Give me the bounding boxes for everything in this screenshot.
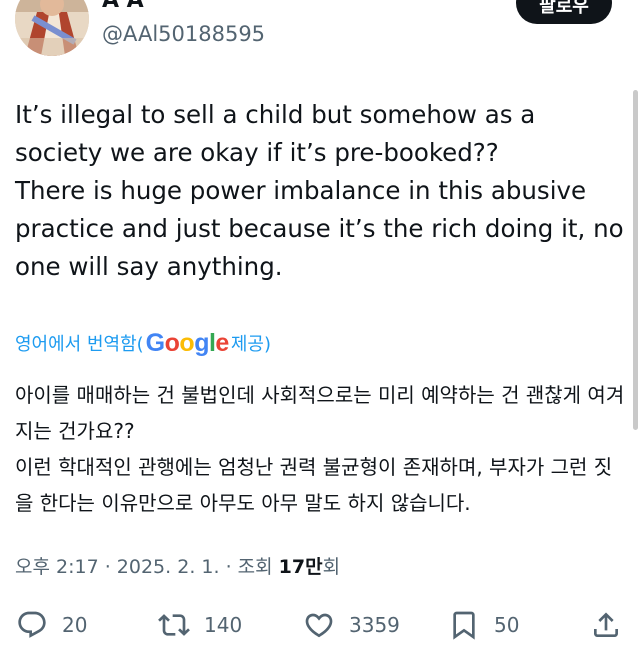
retweet-icon: [158, 609, 190, 641]
avatar[interactable]: [15, 0, 89, 56]
tweet-meta: 오후 2:17 · 2025. 2. 1. · 조회 17만회: [15, 552, 340, 582]
like-count: 3359: [349, 613, 400, 637]
retweet-button[interactable]: 140: [158, 604, 242, 646]
meta-separator: ·: [98, 556, 117, 578]
translation-prefix: 영어에서 번역함(: [15, 334, 144, 355]
meta-separator: ·: [219, 556, 238, 578]
share-button[interactable]: [590, 604, 622, 646]
bookmark-icon: [448, 609, 480, 641]
retweet-count: 140: [204, 613, 243, 637]
tweet-date[interactable]: 2025. 2. 1.: [117, 556, 220, 578]
display-name[interactable]: A A: [102, 0, 144, 14]
translated-text: 아이를 매매하는 건 불법인데 사회적으로는 미리 예약하는 건 괜찮게 여겨지…: [15, 383, 625, 515]
reply-count: 20: [62, 613, 88, 637]
google-logo: Google: [145, 328, 230, 357]
heart-icon: [303, 609, 335, 641]
bookmark-count: 50: [494, 613, 520, 637]
views-count: 17만: [278, 556, 323, 578]
tweet-text: It’s illegal to sell a child but somehow…: [15, 100, 624, 281]
action-bar: 20 140 3359 50: [0, 604, 640, 646]
translation-attribution[interactable]: 영어에서 번역함( Google 제공): [15, 326, 271, 360]
avatar-image: [15, 0, 89, 56]
reply-button[interactable]: 20: [16, 604, 87, 646]
translation-suffix: 제공): [230, 334, 271, 355]
views-label: 조회: [237, 556, 279, 578]
tweet-time[interactable]: 오후 2:17: [15, 556, 99, 578]
follow-button[interactable]: 팔로우: [516, 0, 612, 24]
views-suffix: 회: [322, 556, 341, 578]
reply-icon: [16, 609, 48, 641]
tweet-detail: A A @AAl50188595 팔로우 It’s illegal to sel…: [0, 0, 640, 653]
user-handle[interactable]: @AAl50188595: [102, 20, 265, 48]
scrollbar[interactable]: [633, 90, 638, 430]
bookmark-button[interactable]: 50: [448, 604, 519, 646]
like-button[interactable]: 3359: [303, 604, 400, 646]
share-icon: [590, 609, 622, 641]
